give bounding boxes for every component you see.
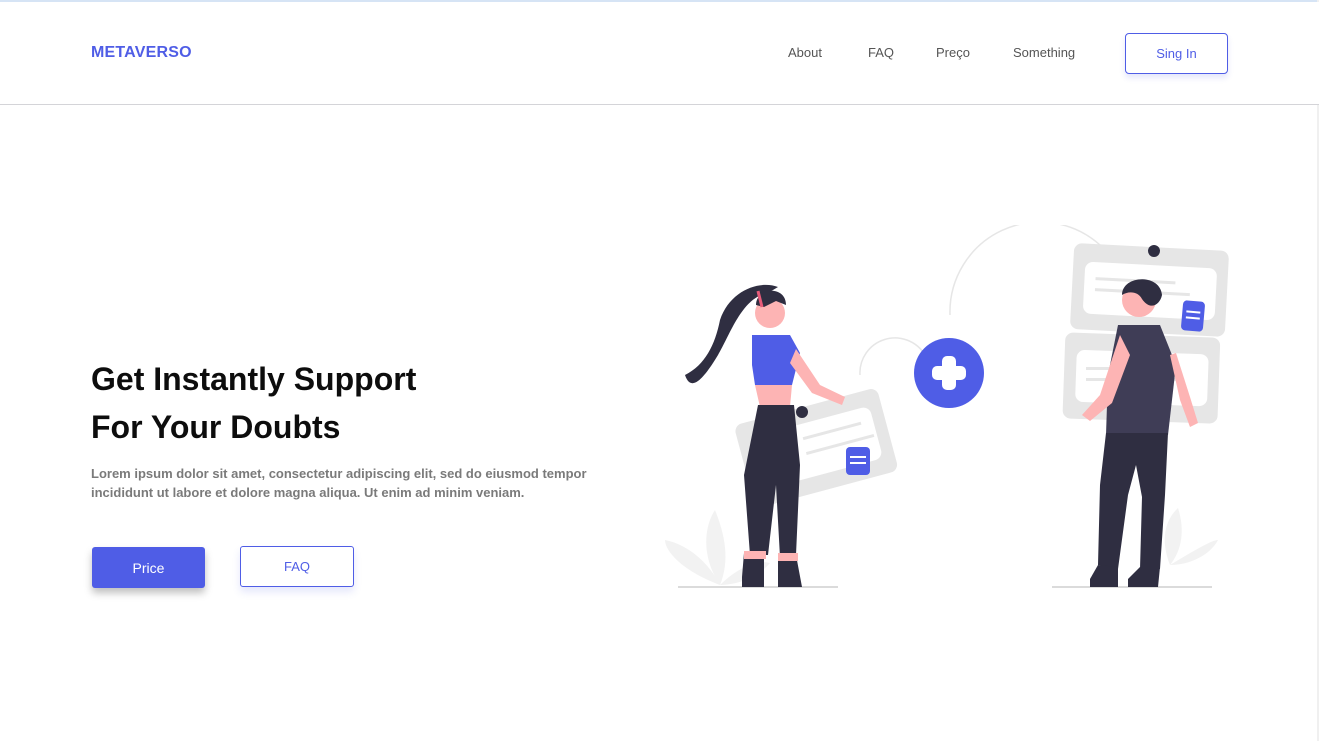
hero-title: Get Instantly Support For Your Doubts (91, 355, 611, 451)
signin-button[interactable]: Sing In (1125, 33, 1228, 74)
nav-link-about[interactable]: About (788, 45, 822, 60)
navbar: METAVERSO About FAQ Preço Something Sing… (0, 2, 1319, 105)
plant-right (1164, 508, 1218, 565)
hero-title-line-2: For Your Doubts (91, 409, 341, 445)
hero-title-line-1: Get Instantly Support (91, 361, 417, 397)
nav-link-preco[interactable]: Preço (936, 45, 970, 60)
price-button[interactable]: Price (92, 547, 205, 588)
support-illustration (665, 225, 1229, 588)
hero-description: Lorem ipsum dolor sit amet, consectetur … (91, 466, 587, 500)
plus-icon (914, 338, 984, 408)
brand-logo[interactable]: METAVERSO (91, 44, 192, 62)
nav-link-faq[interactable]: FAQ (868, 45, 894, 60)
nav-link-something[interactable]: Something (1013, 45, 1075, 60)
faq-button[interactable]: FAQ (240, 546, 354, 587)
